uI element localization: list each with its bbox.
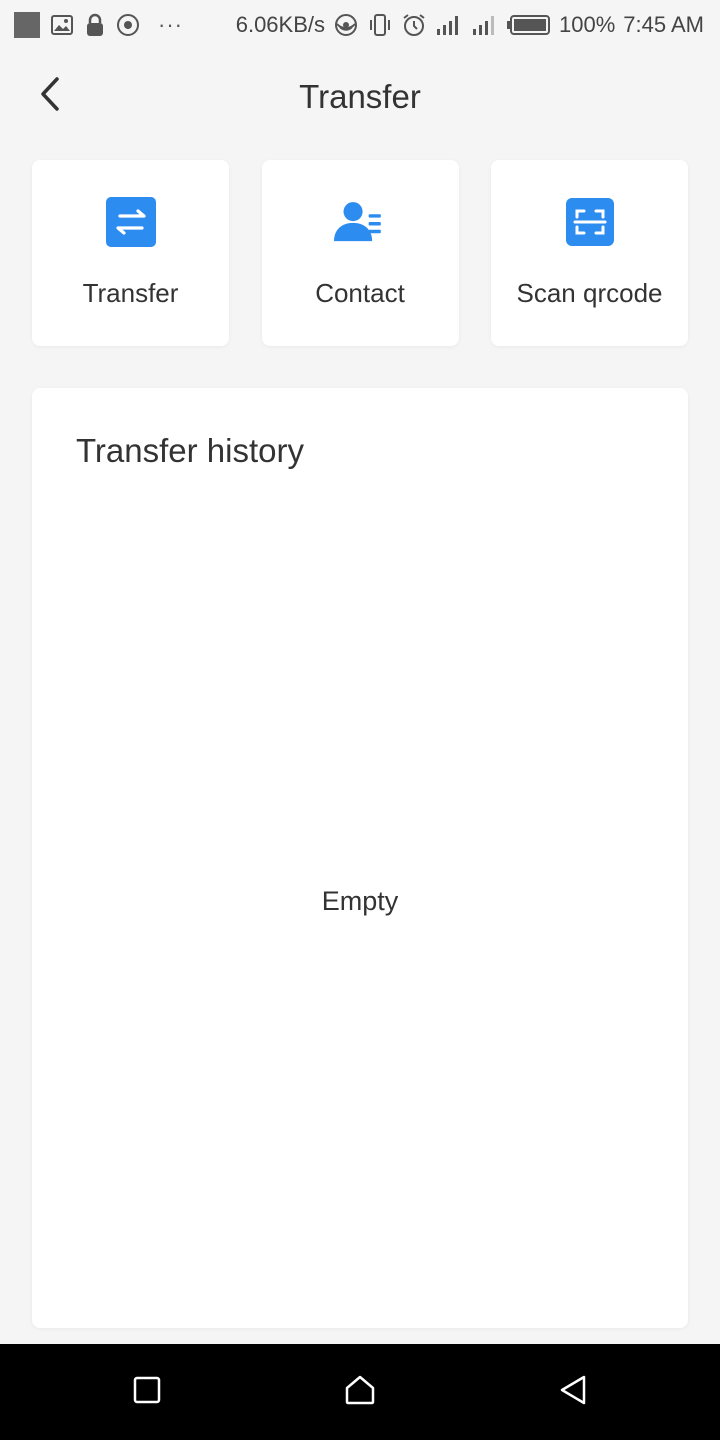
lock-icon (84, 13, 106, 37)
transfer-history-title: Transfer history (76, 432, 305, 469)
contact-icon (334, 196, 386, 248)
gallery-icon (50, 13, 74, 37)
home-icon (344, 1374, 376, 1411)
signal-icon-2 (471, 13, 499, 37)
quick-actions: Transfer Contact Scan qrcode (32, 160, 688, 346)
battery-percent: 100% (559, 12, 616, 37)
battery-icon (507, 14, 551, 36)
page-title: Transfer (299, 78, 421, 115)
transfer-arrows-icon (105, 196, 157, 248)
back-button[interactable] (30, 76, 70, 116)
transfer-action-label: Transfer (82, 278, 179, 308)
status-bar: ··· 6.06KB/s 100% 7:45 AM (0, 0, 720, 50)
contact-action-label: Contact (315, 278, 405, 308)
transfer-history-panel: Transfer history Empty (32, 388, 688, 1328)
notification-square-icon (14, 12, 40, 38)
network-speed: 6.06KB/s (235, 12, 325, 37)
empty-state-text: Empty (321, 886, 399, 916)
back-triangle-icon (558, 1374, 588, 1411)
hotspot-icon (333, 13, 359, 37)
scan-qrcode-action-button[interactable]: Scan qrcode (491, 160, 688, 346)
more-notifications: ··· (158, 12, 183, 37)
app-header: Transfer (0, 50, 720, 144)
target-icon (116, 13, 140, 37)
scan-icon (564, 196, 616, 248)
recents-button[interactable] (107, 1352, 187, 1432)
chevron-left-icon (38, 76, 62, 117)
scan-qrcode-action-label: Scan qrcode (516, 278, 663, 308)
back-nav-button[interactable] (533, 1352, 613, 1432)
contact-action-button[interactable]: Contact (261, 160, 459, 346)
system-nav-bar (0, 1344, 720, 1440)
vibrate-icon (367, 12, 393, 38)
clock: 7:45 AM (623, 12, 704, 37)
alarm-icon (401, 12, 427, 38)
transfer-action-button[interactable]: Transfer (32, 160, 229, 346)
home-button[interactable] (320, 1352, 400, 1432)
recents-square-icon (133, 1376, 161, 1409)
signal-icon (435, 13, 463, 37)
